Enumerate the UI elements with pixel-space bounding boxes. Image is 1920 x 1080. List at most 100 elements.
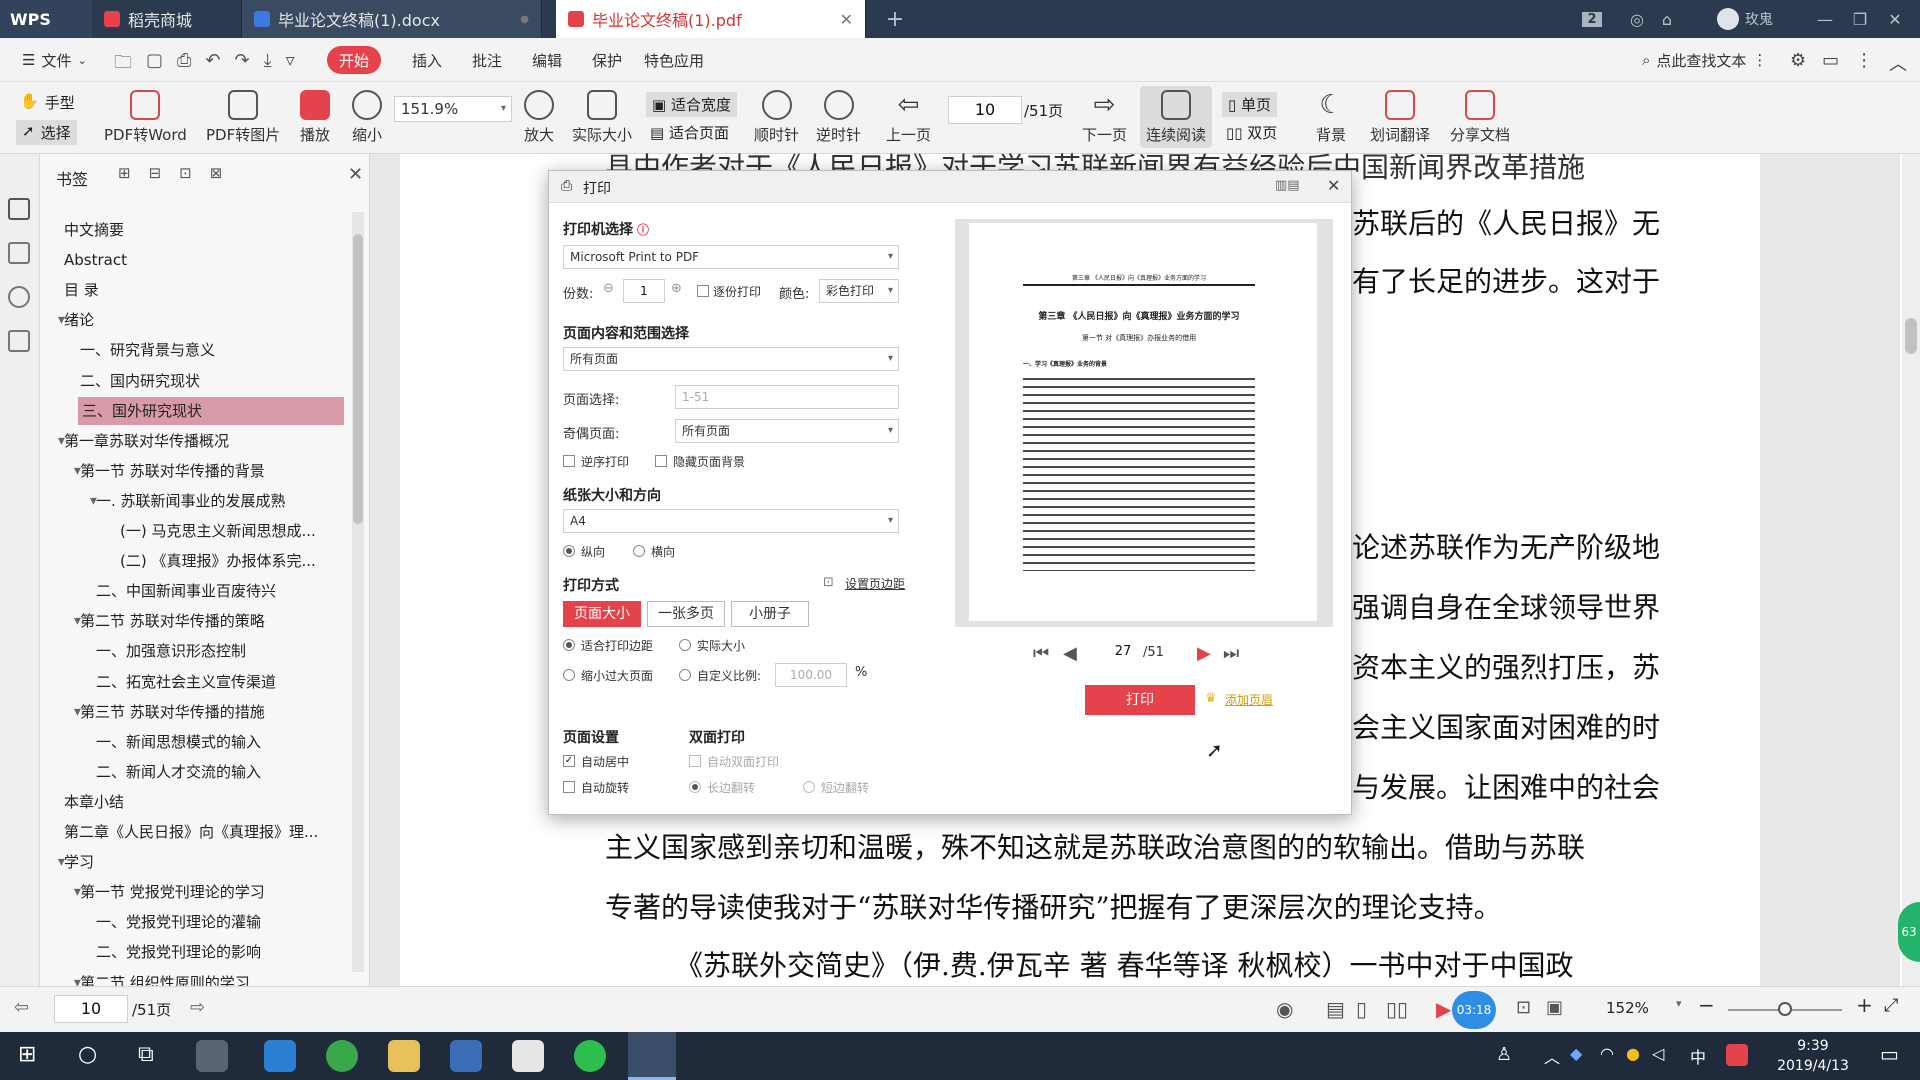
task-view-icon[interactable]: ⧉ <box>138 1042 154 1067</box>
range-select[interactable]: 所有页面 <box>563 347 899 371</box>
copies-input[interactable]: 1 <box>623 279 665 303</box>
person-icon[interactable]: ♙ <box>1496 1044 1512 1065</box>
close-icon[interactable]: ✕ <box>840 10 853 29</box>
mail-icon[interactable] <box>512 1040 544 1072</box>
bookmark-item[interactable]: 三、国外研究现状 <box>78 396 344 425</box>
wechat-icon[interactable] <box>574 1040 606 1072</box>
comment-icon[interactable]: ▭ <box>1822 50 1839 76</box>
bookmark-item[interactable]: 第一节 苏联对华传播的背景 <box>80 457 346 485</box>
edge-icon[interactable] <box>264 1040 296 1072</box>
double-view-icon[interactable]: ▯▯ <box>1386 997 1408 1021</box>
scale-input[interactable]: 100.00 <box>775 663 847 687</box>
zoom-plus-icon[interactable]: + <box>1856 993 1873 1017</box>
collapse-ribbon-icon[interactable]: ︿ <box>1889 50 1907 76</box>
redo-icon[interactable]: ↷ <box>235 50 250 80</box>
bookmark-item[interactable]: Abstract <box>64 246 346 274</box>
bookmark-icon[interactable]: ⊠ <box>210 164 223 182</box>
plus-icon[interactable]: ⊕ <box>671 281 682 296</box>
bookmark-item[interactable]: 目 录 <box>64 276 346 304</box>
pdf-to-word-button[interactable]: PDF转Word <box>104 90 187 145</box>
expand-icon[interactable]: ⊟ <box>149 164 162 182</box>
bookmark-item[interactable]: 二、国内研究现状 <box>80 367 346 395</box>
first-page-icon[interactable]: ⏮ <box>1033 643 1049 664</box>
continuous-view-icon[interactable]: ▤ <box>1326 997 1345 1021</box>
menu-more-icon[interactable]: ⋮ <box>1855 50 1873 76</box>
annotation-panel-icon[interactable] <box>8 286 30 308</box>
zoom-slider-thumb[interactable] <box>1778 1002 1792 1016</box>
prev-page-button[interactable]: ⇦ 上一页 <box>886 90 931 145</box>
wifi-icon[interactable]: ◠ <box>1600 1044 1614 1063</box>
zoom-out-button[interactable]: 缩小 <box>352 90 382 145</box>
tshirt-icon[interactable]: ⌂ <box>1655 0 1679 38</box>
open-folder-icon[interactable]: 🗀 <box>114 50 132 80</box>
bookmark-item[interactable]: 第一节 党报党刊理论的学习 <box>80 878 346 906</box>
notification-icon[interactable]: ▭ <box>1880 1042 1899 1066</box>
add-tab-button[interactable]: + <box>880 0 910 38</box>
play-button[interactable]: 播放 <box>300 90 330 145</box>
set-margins-link[interactable]: 设置页边距 <box>845 575 905 592</box>
print-button[interactable]: 打印 <box>1085 685 1195 715</box>
eye-protect-icon[interactable]: ◉ <box>1276 997 1293 1021</box>
long-edge-radio[interactable] <box>689 781 701 793</box>
bookmark-item[interactable]: 第二章《人民日报》向《真理报》理... <box>64 818 346 846</box>
hide-background-checkbox[interactable] <box>655 455 667 467</box>
auto-duplex-checkbox[interactable] <box>689 755 701 767</box>
tab-docx[interactable]: 毕业论文终稿(1).docx ● <box>242 0 542 38</box>
mode-booklet-button[interactable]: 小册子 <box>731 601 809 627</box>
close-window-icon[interactable]: ✕ <box>1880 0 1910 38</box>
single-page-button[interactable]: ▯ 单页 <box>1222 92 1278 117</box>
bookmark-item[interactable]: 一、研究背景与意义 <box>80 336 346 364</box>
zoom-select[interactable]: 151.9% <box>394 96 512 122</box>
status-zoom[interactable]: 152% <box>1606 999 1649 1017</box>
auto-rotate-checkbox[interactable] <box>563 781 575 793</box>
rotate-cw-button[interactable]: 顺时针 <box>754 90 799 145</box>
bookmark-item[interactable]: 中文摘要 <box>64 216 346 244</box>
shrink-radio[interactable] <box>563 669 575 681</box>
bookmark-item[interactable]: 二、拓宽社会主义宣传渠道 <box>96 668 346 696</box>
zoom-slider[interactable] <box>1728 1002 1842 1016</box>
translate-button[interactable]: 划词翻译 <box>1370 90 1430 145</box>
wps-taskbar-icon[interactable] <box>628 1032 676 1080</box>
bookmark-scrollbar[interactable] <box>352 212 364 972</box>
menu-start[interactable]: 开始 <box>327 46 382 74</box>
ime-indicator[interactable]: 中 <box>1690 1044 1706 1068</box>
close-panel-icon[interactable]: ✕ <box>348 164 363 185</box>
add-bookmark-icon[interactable]: ⊞ <box>118 164 131 182</box>
prev-preview-icon[interactable]: ◀ <box>1063 643 1077 664</box>
menu-comment[interactable]: 批注 <box>460 46 514 74</box>
clock-date[interactable]: 2019/4/13 <box>1760 1058 1866 1074</box>
app-icon-1[interactable] <box>196 1040 228 1072</box>
nav-back-icon[interactable]: ⇦ <box>14 997 29 1018</box>
undo-icon[interactable]: ↶ <box>205 50 220 80</box>
status-page-input[interactable]: 10 <box>54 995 128 1023</box>
auto-center-checkbox[interactable]: ✓ <box>563 755 575 767</box>
collate-checkbox[interactable] <box>697 285 709 297</box>
single-view-icon[interactable]: ▯ <box>1356 997 1367 1021</box>
browser-icon[interactable] <box>326 1040 358 1072</box>
reverse-checkbox[interactable] <box>563 455 575 467</box>
page-number-input[interactable]: 10 <box>948 96 1022 124</box>
scroll-thumb[interactable] <box>353 234 363 524</box>
bookmark-item[interactable]: 学习 <box>64 848 346 876</box>
bookmark-item[interactable]: 一. 苏联新闻事业的发展成熟 <box>96 487 346 515</box>
zoom-in-button[interactable]: 放大 <box>524 90 554 145</box>
minus-icon[interactable]: ⊖ <box>603 281 614 296</box>
next-preview-icon[interactable]: ▶ <box>1197 643 1211 664</box>
tray-shield-icon[interactable]: ● <box>1626 1044 1640 1063</box>
fit-width-button[interactable]: ▣ 适合宽度 <box>646 92 737 117</box>
fit-icon[interactable]: ⊡ <box>1516 997 1531 1018</box>
page-range-input[interactable]: 1-51 <box>675 385 899 409</box>
search-circle-icon[interactable]: ○ <box>78 1042 97 1067</box>
collapse-icon[interactable]: ⊡ <box>179 164 192 182</box>
bookmark-item[interactable]: 一、加强意识形态控制 <box>96 637 346 665</box>
bookmark-item[interactable]: 一、新闻思想模式的输入 <box>96 728 346 756</box>
tab-store[interactable]: 稻壳商城 <box>92 0 242 38</box>
record-icon[interactable]: ▶ <box>1436 997 1451 1021</box>
store-app-icon[interactable] <box>450 1040 482 1072</box>
timer-badge[interactable]: 03:18 <box>1452 991 1496 1029</box>
skin-icon[interactable]: ◎ <box>1625 0 1649 38</box>
volume-icon[interactable]: ◁ <box>1652 1044 1664 1063</box>
find-text-button[interactable]: ⌕ 点此查找文本 ⋮ <box>1630 46 1779 74</box>
rotate-ccw-button[interactable]: 逆时针 <box>816 90 861 145</box>
continuous-read-button[interactable]: 连续阅读 <box>1140 86 1212 148</box>
